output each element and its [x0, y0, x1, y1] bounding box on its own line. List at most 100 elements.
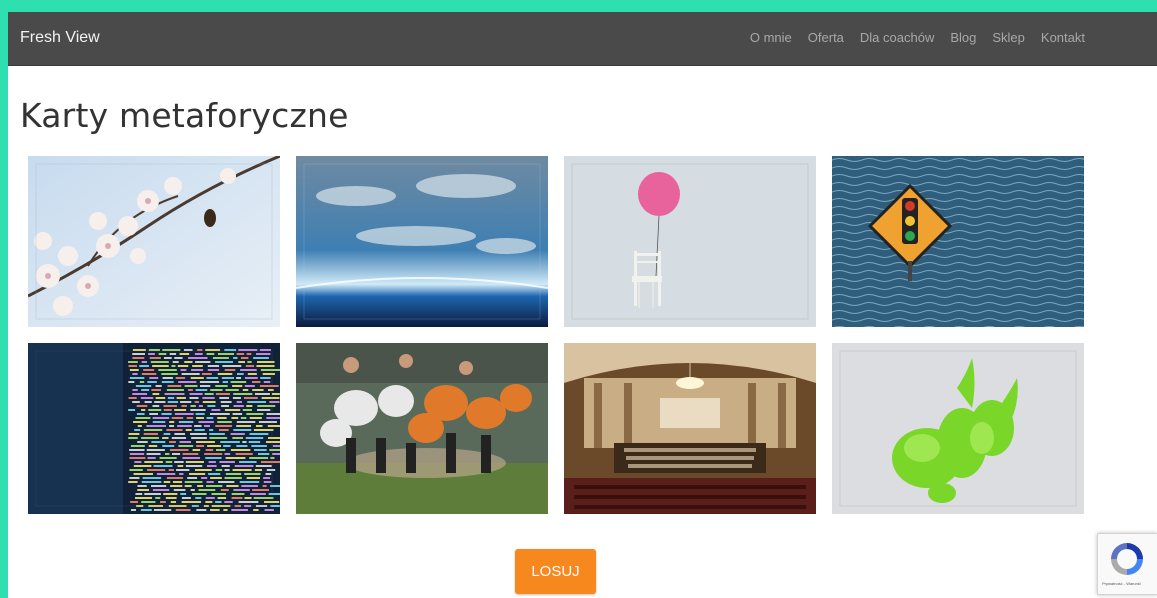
recaptcha-badge[interactable]: Prywatność - Warunki — [1097, 533, 1157, 595]
code-line-segment — [139, 381, 145, 383]
code-line-segment — [132, 353, 145, 355]
code-line-segment — [190, 489, 195, 491]
code-line-segment — [242, 389, 249, 391]
code-line-segment — [260, 461, 280, 463]
code-line-segment — [182, 457, 201, 459]
code-line-segment — [143, 433, 158, 435]
code-line-segment — [189, 473, 206, 475]
card-concert-hall[interactable] — [564, 343, 816, 514]
nav-link-o-mnie[interactable]: O mnie — [750, 30, 792, 45]
code-line-segment — [245, 365, 255, 367]
code-line-segment — [225, 473, 242, 475]
code-line-segment — [231, 509, 248, 511]
code-line-segment — [163, 409, 172, 411]
code-line-segment — [232, 413, 243, 415]
code-line-segment — [272, 453, 280, 455]
code-line-segment — [173, 481, 183, 483]
code-screen-photo — [28, 343, 280, 514]
code-line-segment — [231, 493, 245, 495]
draw-card-button[interactable]: LOSUJ — [515, 549, 596, 594]
nav-link-oferta[interactable]: Oferta — [808, 30, 844, 45]
code-line-segment — [196, 417, 204, 419]
code-line-segment — [165, 461, 173, 463]
code-line-segment — [141, 501, 156, 503]
code-line-segment — [236, 353, 245, 355]
code-line-segment — [129, 369, 139, 371]
code-line-segment — [184, 481, 203, 483]
code-line-segment — [244, 473, 261, 475]
code-line-segment — [189, 393, 203, 395]
card-balloon-chair[interactable] — [564, 156, 816, 327]
code-line-segment — [205, 449, 214, 451]
code-line-segment — [133, 473, 154, 475]
code-line-segment — [215, 361, 233, 363]
code-line-segment — [150, 361, 169, 363]
code-line-segment — [132, 357, 145, 359]
code-line-segment — [135, 417, 151, 419]
code-line-segment — [148, 353, 155, 355]
nav-link-kontakt[interactable]: Kontakt — [1041, 30, 1085, 45]
code-line-segment — [174, 357, 183, 359]
code-line-segment — [184, 485, 192, 487]
code-line-segment — [204, 425, 211, 427]
card-code-screen[interactable] — [28, 343, 280, 514]
code-line-segment — [239, 481, 260, 483]
code-line-segment — [254, 469, 263, 471]
code-line-segment — [153, 509, 172, 511]
card-cherry-blossom[interactable] — [28, 156, 280, 327]
code-line-segment — [259, 349, 271, 351]
code-line-segment — [236, 401, 243, 403]
code-line-segment — [158, 369, 177, 371]
page-title: Karty metaforyczne — [20, 96, 349, 135]
code-line-segment — [150, 485, 167, 487]
code-line-segment — [235, 453, 253, 455]
code-line-segment — [141, 389, 150, 391]
code-line-segment — [224, 369, 236, 371]
code-line-segment — [136, 405, 148, 407]
brand-link[interactable]: Fresh View — [20, 29, 100, 47]
code-line-segment — [205, 501, 213, 503]
code-line-segment — [163, 405, 177, 407]
card-earth-horizon[interactable] — [296, 156, 548, 327]
code-line-segment — [202, 397, 215, 399]
code-line-segment — [169, 449, 189, 451]
code-line-segment — [221, 405, 229, 407]
nav-link-blog[interactable]: Blog — [950, 30, 976, 45]
balloon-chair-photo — [564, 156, 816, 327]
code-line-segment — [159, 457, 177, 459]
code-line-segment — [253, 429, 274, 431]
code-line-segment — [206, 481, 214, 483]
nav-link-dla-coachow[interactable]: Dla coachów — [860, 30, 934, 45]
code-line-segment — [220, 489, 229, 491]
recaptcha-terms-text: Prywatność - Warunki — [1102, 581, 1141, 586]
card-traffic-sign[interactable] — [832, 156, 1084, 327]
code-line-segment — [233, 357, 238, 359]
code-line-segment — [177, 465, 184, 467]
code-line-segment — [230, 433, 245, 435]
code-line-segment — [146, 449, 165, 451]
code-line-segment — [171, 453, 181, 455]
code-line-segment — [128, 397, 137, 399]
code-line-segment — [258, 421, 277, 423]
code-line-segment — [257, 409, 271, 411]
code-line-segment — [143, 429, 163, 431]
code-line-segment — [186, 417, 194, 419]
code-line-segment — [174, 461, 184, 463]
card-rugby-scrum[interactable] — [296, 343, 548, 514]
code-line-segment — [195, 413, 205, 415]
code-line-segment — [207, 405, 216, 407]
code-line-segment — [250, 493, 266, 495]
code-line-segment — [155, 397, 166, 399]
page: Fresh View O mnie Oferta Dla coachów Blo… — [8, 12, 1157, 598]
code-line-segment — [205, 349, 221, 351]
code-line-segment — [222, 365, 242, 367]
code-line-segment — [268, 493, 280, 495]
code-line-segment — [144, 401, 152, 403]
nav-link-sklep[interactable]: Sklep — [992, 30, 1025, 45]
code-line-segment — [195, 361, 211, 363]
code-line-segment — [129, 477, 140, 479]
code-line-segment — [240, 369, 257, 371]
card-green-ink[interactable] — [832, 343, 1084, 514]
code-line-segment — [132, 401, 140, 403]
code-line-segment — [209, 437, 228, 439]
